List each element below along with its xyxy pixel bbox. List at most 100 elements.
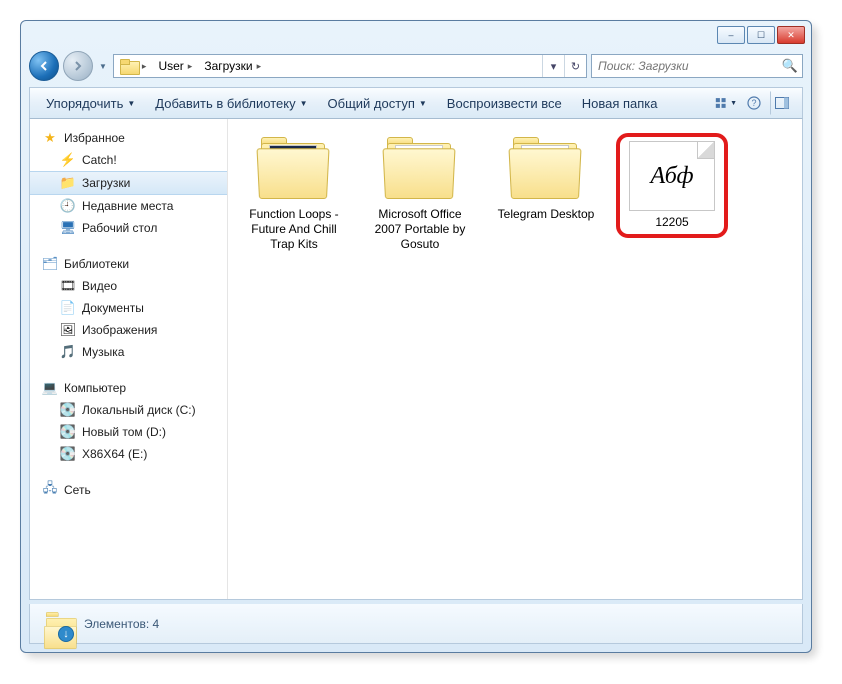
bolt-icon: ⚡ xyxy=(60,152,76,168)
breadcrumb-segment[interactable]: User xyxy=(158,59,183,73)
computer-icon: 💻 xyxy=(42,380,58,396)
sidebar-item-music[interactable]: 🎵Музыка xyxy=(30,341,227,363)
address-dropdown-icon[interactable]: ▾ xyxy=(542,55,564,77)
play-all-label: Воспроизвести все xyxy=(447,96,562,111)
libraries-icon: 🗂 xyxy=(42,256,58,272)
search-box[interactable]: 🔍 xyxy=(591,54,803,78)
computer-label: Компьютер xyxy=(64,381,126,395)
sidebar-item-label: Рабочий стол xyxy=(82,221,157,235)
computer-group: 💻 Компьютер 💽 Локальный диск (C:) 💽 Новый т… xyxy=(30,377,227,465)
disk-icon: 💽 xyxy=(60,402,76,418)
close-button[interactable]: ✕ xyxy=(777,26,805,44)
sidebar-item-drive-c[interactable]: 💽 Локальный диск (C:) xyxy=(30,399,227,421)
chevron-right-icon: ▸ xyxy=(188,61,193,72)
disk-icon: 💽 xyxy=(60,446,76,462)
libraries-group: 🗂 Библиотеки 🎞 Видео 📄Документы 🖼Изображен… xyxy=(30,253,227,363)
minimize-button[interactable]: – xyxy=(717,26,745,44)
sidebar-item-label: Недавние места xyxy=(82,199,173,213)
desktop-icon: 🖥 xyxy=(60,220,76,236)
sidebar-item-drive-e[interactable]: 💽 X86X64 (E:) xyxy=(30,443,227,465)
folder-icon xyxy=(255,133,333,203)
recent-icon: 🕘 xyxy=(60,198,76,214)
refresh-button[interactable]: ↻ xyxy=(564,55,586,77)
sidebar-item-label: Видео xyxy=(82,279,117,293)
folder-icon xyxy=(120,59,138,73)
help-button[interactable]: ? xyxy=(742,91,766,115)
organize-label: Упорядочить xyxy=(46,96,123,111)
sidebar-item-recent[interactable]: 🕘 Недавние места xyxy=(30,195,227,217)
add-library-label: Добавить в библиотеку xyxy=(155,96,295,111)
item-label: Telegram Desktop xyxy=(498,207,595,222)
back-button[interactable] xyxy=(29,51,59,81)
item-count-value: 4 xyxy=(153,617,160,631)
maximize-button[interactable]: ☐ xyxy=(747,26,775,44)
chevron-right-icon: ▸ xyxy=(257,61,262,72)
play-all-button[interactable]: Воспроизвести все xyxy=(439,92,570,115)
add-to-library-menu[interactable]: Добавить в библиотеку ▼ xyxy=(147,92,315,115)
disk-icon: 💽 xyxy=(60,424,76,440)
chevron-right-icon: ▸ xyxy=(142,61,147,72)
sidebar-item-label: Новый том (D:) xyxy=(82,425,166,439)
share-menu[interactable]: Общий доступ▼ xyxy=(320,92,435,115)
sidebar-item-downloads[interactable]: 📁Загрузки xyxy=(30,171,227,195)
folder-icon: 📁 xyxy=(60,175,76,191)
libraries-label: Библиотеки xyxy=(64,257,129,271)
title-bar: – ☐ ✕ xyxy=(21,21,811,49)
favorites-header[interactable]: ★Избранное xyxy=(30,127,227,149)
explorer-window: – ☐ ✕ ▼ ▸ User ▸ Загрузки ▸ ▾ ↻ 🔍 Упорядоч… xyxy=(20,20,812,653)
sidebar-item-label: Catch! xyxy=(82,153,117,167)
font-file-item[interactable]: Абф 12205 xyxy=(624,141,720,230)
item-label: Microsoft Office 2007 Portable by Gosuto xyxy=(364,207,476,252)
sidebar-item-catch[interactable]: ⚡ Catch! xyxy=(30,149,227,171)
font-preview-glyph: Абф xyxy=(650,163,693,190)
forward-button[interactable] xyxy=(63,51,93,81)
network-label: Сеть xyxy=(64,483,91,497)
video-icon: 🎞 xyxy=(60,278,76,294)
details-pane: ↓ Элементов: 4 xyxy=(29,604,803,644)
sidebar-item-desktop[interactable]: 🖥 Рабочий стол xyxy=(30,217,227,239)
favorites-label: Избранное xyxy=(64,131,125,145)
preview-pane-button[interactable] xyxy=(770,91,794,115)
item-count-prefix: Элементов: xyxy=(84,617,149,631)
network-group: 🖧Сеть xyxy=(30,479,227,501)
libraries-header[interactable]: 🗂 Библиотеки xyxy=(30,253,227,275)
sidebar-item-label: X86X64 (E:) xyxy=(82,447,147,461)
sidebar-item-videos[interactable]: 🎞 Видео xyxy=(30,275,227,297)
chevron-down-icon: ▼ xyxy=(730,100,737,107)
document-icon: 📄 xyxy=(60,300,76,316)
computer-header[interactable]: 💻 Компьютер xyxy=(30,377,227,399)
chevron-down-icon: ▼ xyxy=(127,99,135,108)
sidebar-item-label: Музыка xyxy=(82,345,124,359)
svg-text:?: ? xyxy=(751,98,756,108)
download-arrow-icon: ↓ xyxy=(58,626,74,642)
new-folder-label: Новая папка xyxy=(582,96,658,111)
sidebar-item-pictures[interactable]: 🖼Изображения xyxy=(30,319,227,341)
folder-item[interactable]: Telegram Desktop xyxy=(490,133,602,222)
address-bar[interactable]: ▸ User ▸ Загрузки ▸ ▾ ↻ xyxy=(113,54,587,78)
breadcrumb-segment[interactable]: Загрузки xyxy=(204,59,252,73)
client-area: ★Избранное ⚡ Catch! 📁Загрузки 🕘 Недавние м… xyxy=(29,119,803,600)
search-icon[interactable]: 🔍 xyxy=(778,58,802,74)
folder-item[interactable]: Function Loops - Future And Chill Trap K… xyxy=(238,133,350,252)
history-dropdown-icon[interactable]: ▼ xyxy=(97,62,109,71)
sidebar-item-label: Изображения xyxy=(82,323,157,337)
downloads-folder-icon: ↓ xyxy=(40,608,72,640)
share-label: Общий доступ xyxy=(328,96,415,111)
sidebar-item-drive-d[interactable]: 💽 Новый том (D:) xyxy=(30,421,227,443)
font-file-icon: Абф xyxy=(629,141,715,211)
organize-menu[interactable]: Упорядочить ▼ xyxy=(38,92,143,115)
item-view[interactable]: Function Loops - Future And Chill Trap K… xyxy=(228,119,802,599)
view-options-button[interactable]: ▼ xyxy=(714,91,738,115)
sidebar-item-label: Локальный диск (C:) xyxy=(82,403,196,417)
search-input[interactable] xyxy=(592,59,778,73)
highlighted-item: Абф 12205 xyxy=(616,133,728,238)
new-folder-button[interactable]: Новая папка xyxy=(574,92,666,115)
folder-item[interactable]: Microsoft Office 2007 Portable by Gosuto xyxy=(364,133,476,252)
item-label: 12205 xyxy=(655,215,688,230)
chevron-down-icon: ▼ xyxy=(300,99,308,108)
navigation-bar: ▼ ▸ User ▸ Загрузки ▸ ▾ ↻ 🔍 xyxy=(29,49,803,83)
sidebar-item-documents[interactable]: 📄Документы xyxy=(30,297,227,319)
item-count-text: Элементов: 4 xyxy=(84,617,159,631)
network-header[interactable]: 🖧Сеть xyxy=(30,479,227,501)
item-label: Function Loops - Future And Chill Trap K… xyxy=(238,207,350,252)
